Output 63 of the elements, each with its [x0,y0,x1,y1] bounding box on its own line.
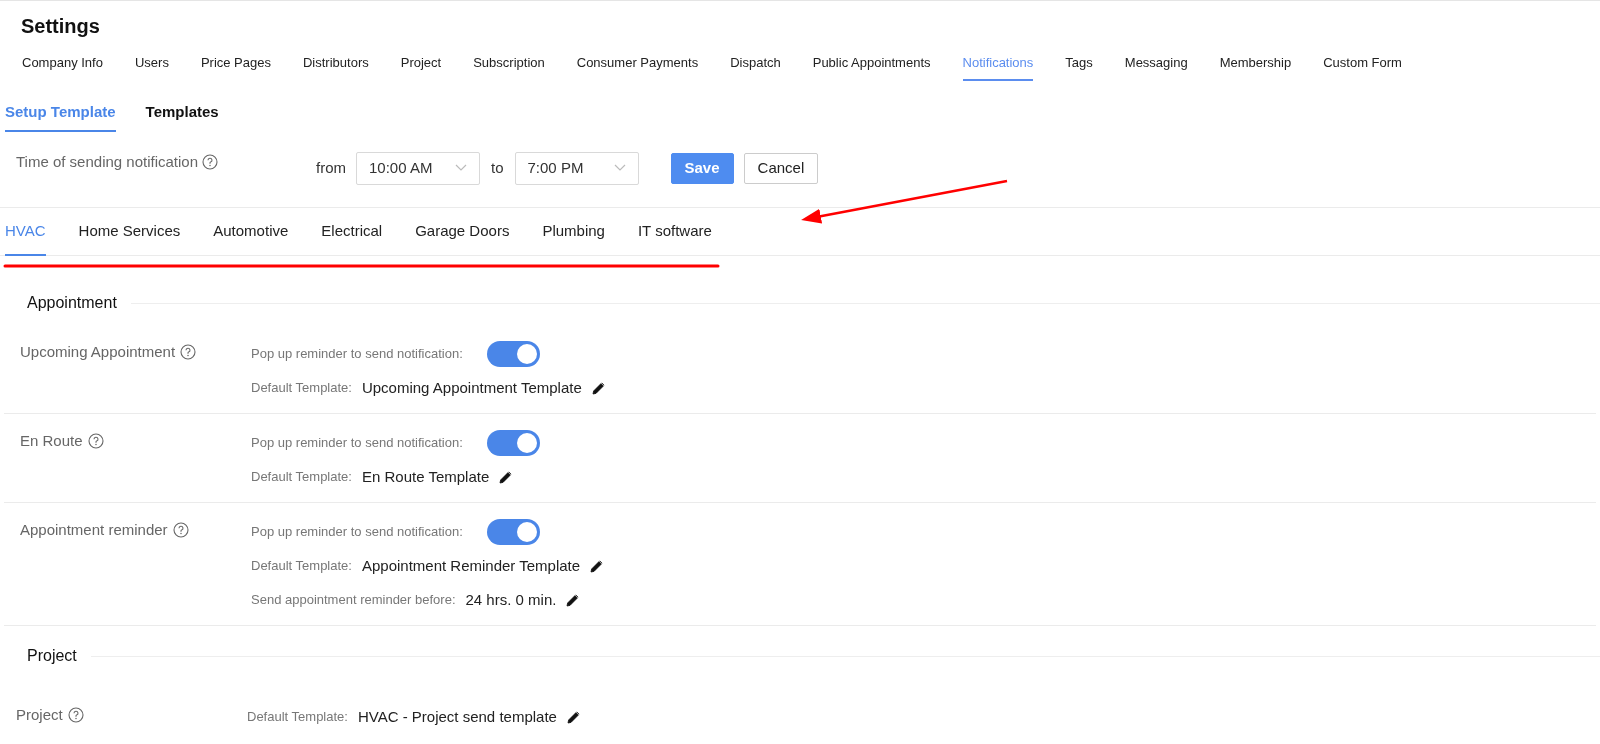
page-title: Settings [21,15,100,37]
field-label: Time of sending notification [16,151,199,172]
sub-tab[interactable]: Setup Template [5,101,116,132]
section-heading: Project [27,646,77,666]
cancel-button[interactable]: Cancel [743,152,819,184]
settings-tab[interactable]: Users [134,53,169,81]
industry-tab[interactable]: Automotive [213,208,289,256]
settings-tab[interactable]: Price Pages [200,53,271,81]
row-label: Project [16,704,63,725]
toggle-label: Pop up reminder to send notification: [251,523,464,542]
chevron-down-icon [455,164,467,172]
help-icon [67,707,84,723]
pencil-icon[interactable] [566,710,580,724]
field-value: En Route Template [361,466,490,487]
settings-tab[interactable]: Subscription [473,53,545,81]
help-icon [172,522,189,538]
settings-tab[interactable]: Dispatch [730,53,781,81]
time-select[interactable]: 7:00 PM [514,151,639,185]
settings-tab[interactable]: Membership [1219,53,1292,81]
field-value: 24 hrs. 0 min. [465,589,557,610]
to-label: to [491,157,504,178]
pencil-icon[interactable] [590,559,604,573]
field-value: HVAC - Project send template [357,706,557,727]
industry-tab[interactable]: Garage Doors [415,208,510,256]
help-icon [180,344,197,360]
pencil-icon[interactable] [566,593,580,607]
industry-tab[interactable]: IT software [637,208,712,256]
settings-tab[interactable]: Tags [1065,53,1093,81]
industry-tab[interactable]: Electrical [321,208,383,256]
sub-tab[interactable]: Templates [145,101,219,132]
settings-tab[interactable]: Public Appointments [812,53,931,81]
help-icon [87,433,104,449]
field-label: Default Template: [251,557,352,576]
toggle-switch[interactable] [487,519,540,545]
field-label: Default Template: [251,468,352,487]
row-label: En Route [20,430,83,451]
from-label: from [316,157,346,178]
settings-tab[interactable]: Project [400,53,442,81]
toggle-label: Pop up reminder to send notification: [251,345,464,364]
pencil-icon[interactable] [591,381,605,395]
field-label: Send appointment reminder before: [251,591,456,610]
field-value: Upcoming Appointment Template [361,377,582,398]
field-label: Default Template: [247,708,348,727]
industry-tab[interactable]: Home Services [78,208,181,256]
settings-tab[interactable]: Distributors [303,53,369,81]
settings-tab[interactable]: Consumer Payments [576,53,699,81]
chevron-down-icon [613,164,626,172]
industry-tab[interactable]: HVAC [5,208,46,256]
toggle-label: Pop up reminder to send notification: [251,434,464,453]
field-label: Default Template: [251,379,352,398]
row-label: Upcoming Appointment [20,341,176,362]
row-label: Appointment reminder [20,519,168,540]
industry-tab[interactable]: Plumbing [542,208,605,256]
section-heading: Appointment [27,293,117,313]
help-icon [202,154,219,170]
field-value: Appointment Reminder Template [361,555,581,576]
pencil-icon[interactable] [499,470,513,484]
toggle-switch[interactable] [487,341,540,367]
settings-tab[interactable]: Custom Form [1323,53,1402,81]
settings-tab[interactable]: Messaging [1124,53,1188,81]
settings-tab[interactable]: Company Info [22,53,103,81]
time-select[interactable]: 10:00 AM [356,151,480,185]
toggle-switch[interactable] [487,430,540,456]
